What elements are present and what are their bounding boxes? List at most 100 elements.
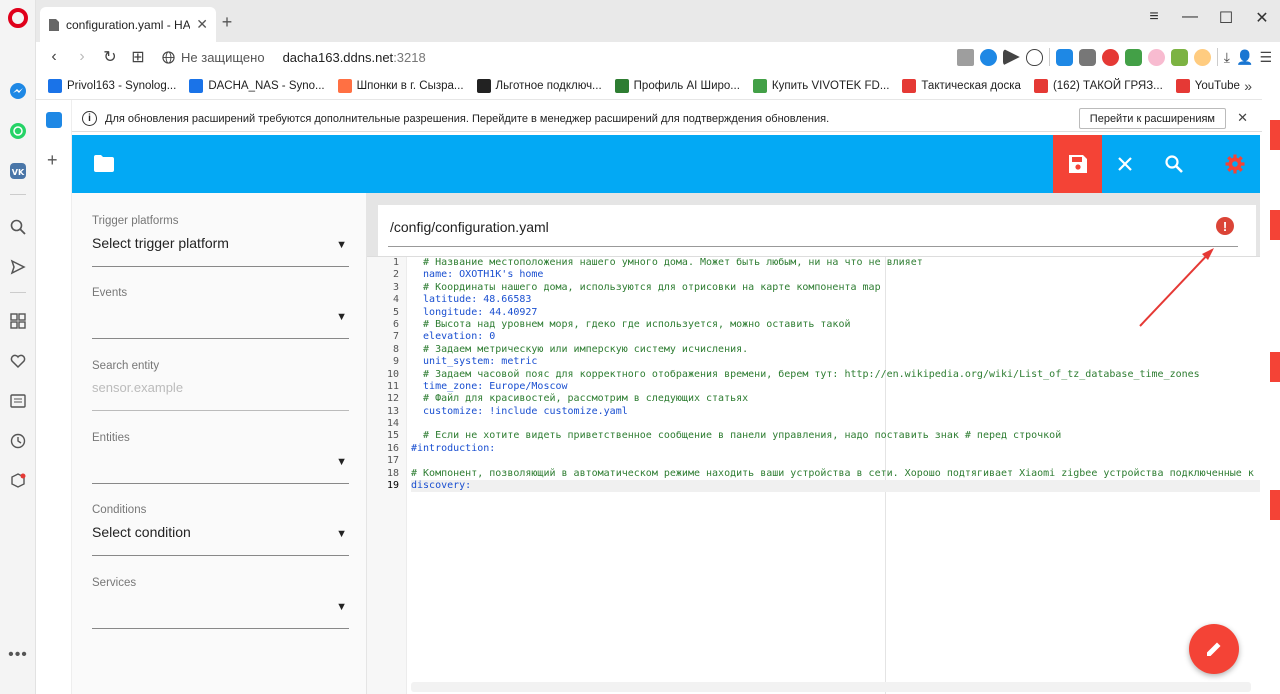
code-editor[interactable]: 1 # Название местоположения нашего умног… [367,256,1260,694]
maximize-icon[interactable]: ☐ [1208,8,1244,28]
green-ext-icon[interactable] [1124,48,1142,66]
camera-icon[interactable] [956,48,974,66]
bookmark-item[interactable]: Шпонки в г. Сызра... [337,78,464,93]
bookmark-label: Льготное подключ... [495,79,602,92]
send-icon[interactable] [7,256,29,278]
tab-configuration[interactable]: configuration.yaml - HASS ✕ [40,7,216,42]
url-field[interactable]: Не защищено dacha163.ddns.net:3218 [162,50,426,65]
bookmark-item[interactable]: (162) ТАКОЙ ГРЯЗ... [1033,78,1163,93]
search-icon[interactable] [7,216,29,238]
tabs-grid-icon[interactable]: ⊞ [124,47,152,67]
add-panel-icon[interactable]: + [47,150,58,171]
code-text: # Название местоположения нашего умного … [411,257,923,268]
messenger-icon[interactable] [7,80,29,102]
conditions-select[interactable]: Conditions Select condition ▼ [92,504,349,556]
favorite-icon[interactable] [1025,48,1043,66]
browser-window: VK ••• configuration.yaml - HASS ✕ + ≡ —… [0,0,1280,694]
easy-setup-icon[interactable]: ☰ [1259,49,1272,66]
code-line[interactable]: 12 # Файл для красивостей, рассмотрим в … [387,393,1260,405]
close-window-icon[interactable]: ✕ [1244,8,1280,28]
coin-ext-icon[interactable] [1193,48,1211,66]
new-tab-button[interactable]: + [216,12,238,33]
vk-icon[interactable]: VK [7,160,29,182]
news-icon[interactable] [7,390,29,412]
horizontal-scrollbar[interactable] [411,682,1251,692]
events-select[interactable]: Events ▼ [92,287,349,339]
line-number: 7 [392,331,399,343]
back-icon[interactable]: ‹ [40,48,68,66]
bookmark-item[interactable]: DACHA_NAS - Syno... [189,78,325,93]
save-button[interactable] [1053,135,1102,193]
history-icon[interactable] [7,430,29,452]
e-ext-icon[interactable] [1101,48,1119,66]
bookmark-item[interactable]: Профиль AI Широ... [614,78,740,93]
more-icon[interactable]: ••• [7,644,29,666]
code-text: # Высота над уровнем моря, гдеко где исп… [411,318,851,330]
dropdown-arrow-icon: ▼ [336,601,347,613]
code-line[interactable]: 14 [387,418,1260,430]
translate-side-icon[interactable] [46,112,62,128]
translate-ext-icon[interactable] [1055,48,1073,66]
code-line[interactable]: 7 elevation: 0 [393,331,1260,343]
app-header [72,135,1260,193]
folder-icon[interactable] [94,155,114,172]
whatsapp-icon[interactable] [7,120,29,142]
toolbar-extensions: ⤓ 👤 ☰ [956,48,1272,66]
bookmark-label: (162) ТАКОЙ ГРЯЗ... [1052,79,1163,92]
bookmark-item[interactable]: Купить VIVOTEK FD... [752,78,889,93]
bookmark-item[interactable]: Privol163 - Synolog... [48,78,176,93]
code-line[interactable]: 18 # Компонент, позволяющий в автоматичес… [387,468,1260,480]
trigger-platform-select[interactable]: Trigger platforms Select trigger platfor… [92,215,349,267]
opera-logo-icon[interactable] [8,8,28,28]
error-icon[interactable]: ! [1216,217,1234,235]
tab-close-icon[interactable]: ✕ [196,16,208,33]
line-number: 10 [386,368,399,380]
bookmark-favicon-icon [614,78,629,93]
code-line[interactable]: 15 # Если не хотите видеть приветственно… [387,430,1260,442]
open-extensions-button[interactable]: Перейти к расширениям [1078,108,1226,129]
side-panel: Trigger platforms Select trigger platfor… [72,193,366,694]
infobar-close-icon[interactable]: ✕ [1237,110,1248,126]
services-select[interactable]: Services ▼ [92,577,349,629]
shield-icon[interactable] [979,48,997,66]
code-text: name: ОХОТН1К's home [411,269,544,281]
tab-menu-icon[interactable]: ≡ [1136,8,1172,28]
bookmark-item[interactable]: Тактическая доска [902,78,1021,93]
forward-icon[interactable]: › [68,48,96,66]
services-value [92,597,349,617]
code-line[interactable]: 16 #introduction: [387,443,1260,455]
code-text: unit_system: metric [411,356,538,368]
puzzle-ext-icon[interactable] [1078,48,1096,66]
bookmarks-more-icon[interactable]: » [1244,78,1252,94]
code-line[interactable]: 10 # Задаем часовой пояс для корректного… [387,369,1260,381]
file-path[interactable]: /config/configuration.yaml [390,219,549,235]
close-icon[interactable] [1113,152,1137,176]
code-line[interactable]: 17 [387,455,1260,467]
code-line[interactable]: 8 # Задаем метрическую или имперскую сис… [393,344,1260,356]
bookmark-item[interactable]: YouTube [1175,78,1240,93]
address-bar: ‹ › ↻ ⊞ Не защищено dacha163.ddns.net:32… [36,42,1280,72]
heart-icon[interactable] [7,350,29,372]
extensions-cube-icon[interactable] [7,470,29,492]
bookmark-item[interactable]: Льготное подключ... [476,78,602,93]
bookmark-favicon-icon [1033,78,1048,93]
speed-dial-icon[interactable] [7,310,29,332]
line-number: 3 [392,281,399,293]
gear-icon[interactable] [1223,152,1247,176]
search-icon[interactable] [1162,152,1186,176]
download-ext-icon[interactable] [1170,48,1188,66]
reload-icon[interactable]: ↻ [96,47,124,67]
avatar-ext-icon[interactable] [1147,48,1165,66]
code-line[interactable]: 13 customize: !include customize.yaml [387,406,1260,418]
code-line[interactable]: 11 time_zone: Europe/Moscow [387,381,1260,393]
edit-fab-button[interactable] [1189,624,1239,674]
code-line[interactable]: 19 discovery: [387,480,1260,493]
code-line[interactable]: 9 unit_system: metric [393,356,1260,368]
info-icon: i [82,111,97,126]
account-icon[interactable]: 👤 [1236,49,1253,66]
minimize-icon[interactable]: — [1172,8,1208,28]
entities-select[interactable]: Entities ▼ [92,432,349,484]
flow-icon[interactable] [1002,48,1020,66]
download-icon[interactable]: ⤓ [1224,49,1230,66]
search-entity-input[interactable]: Search entity sensor.example [92,360,349,411]
